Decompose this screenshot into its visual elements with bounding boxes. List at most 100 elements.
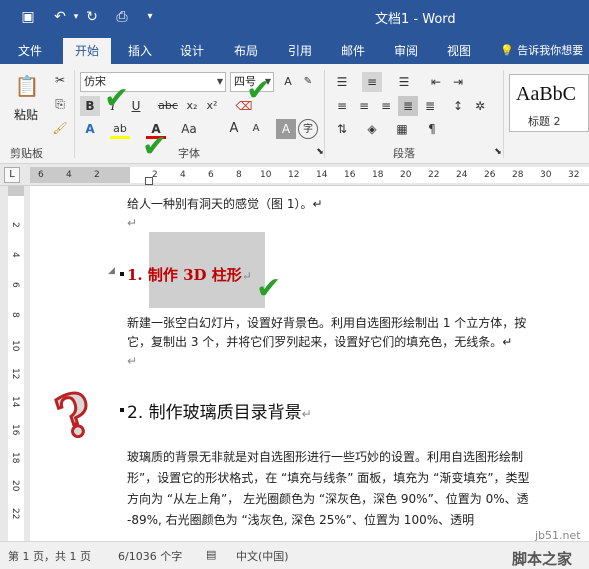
superscript-button[interactable]: x² bbox=[202, 96, 222, 116]
tab-design[interactable]: 设计 bbox=[180, 42, 204, 59]
text-effects-button[interactable]: A bbox=[80, 119, 100, 139]
align-right-icon[interactable]: ≡ bbox=[376, 96, 396, 116]
ruler-number: 22 bbox=[428, 170, 440, 180]
distributed-icon[interactable]: ≣ bbox=[420, 96, 440, 116]
vruler-number: 8 bbox=[10, 312, 20, 318]
print-preview-icon[interactable]: ⎙ bbox=[112, 7, 132, 27]
tab-selector[interactable]: L bbox=[4, 167, 20, 183]
show-marks-icon[interactable]: ¶ bbox=[422, 119, 442, 139]
tab-file[interactable]: 文件 bbox=[18, 42, 42, 59]
page-count[interactable]: 第 1 页，共 1 页 bbox=[8, 548, 91, 564]
heading-2[interactable]: 2. 制作玻璃质目录背景↵ bbox=[127, 398, 312, 423]
tell-me-box[interactable]: 💡 告诉我你想要 bbox=[500, 42, 583, 58]
chevron-down-icon: ▼ bbox=[216, 77, 223, 86]
heading-1[interactable]: 1. 制作 3D 柱形↵ bbox=[127, 264, 252, 285]
decrease-indent-icon[interactable]: ⇤ bbox=[426, 72, 446, 92]
heading-marker bbox=[120, 272, 124, 276]
font-group-label: 字体 bbox=[178, 147, 200, 160]
subscript-button[interactable]: x₂ bbox=[182, 96, 202, 116]
tab-mailings[interactable]: 邮件 bbox=[341, 42, 365, 59]
tab-review[interactable]: 审阅 bbox=[394, 42, 418, 59]
style-heading2[interactable]: AaBbC 标题 2 bbox=[509, 74, 589, 132]
vruler-number: 22 bbox=[10, 508, 20, 520]
enclose-character-button[interactable]: 字 bbox=[298, 119, 318, 139]
title-bar: ▣ ↶ ▾ ↻ ⎙ ▾ 文档1 - Word bbox=[0, 0, 589, 34]
paragraph-group-label: 段落 bbox=[393, 147, 415, 160]
body-line[interactable]: -89%, 右光圈颜色为 “浅灰色, 深色 25%”、位置为 100%、透明 bbox=[127, 511, 474, 528]
cut-icon[interactable]: ✂ bbox=[50, 70, 70, 90]
ruler-number: 14 bbox=[316, 170, 328, 180]
bullets-icon[interactable]: ☰ bbox=[332, 72, 352, 92]
copy-icon[interactable]: ⎘ bbox=[50, 94, 70, 114]
line-spacing-icon[interactable]: ↕ bbox=[448, 96, 468, 116]
increase-indent-icon[interactable]: ⇥ bbox=[448, 72, 468, 92]
tab-insert[interactable]: 插入 bbox=[128, 42, 152, 59]
ruler-number: 30 bbox=[540, 170, 552, 180]
numbering-icon[interactable]: ≡ bbox=[362, 72, 382, 92]
ruler-number: 6 bbox=[38, 170, 44, 180]
language-indicator[interactable]: 中文(中国) bbox=[236, 548, 289, 564]
vertical-ruler[interactable]: 2 4 6 8 10 12 14 16 18 20 22 bbox=[0, 186, 30, 541]
body-line[interactable]: 给人一种别有洞天的感觉（图 1）。↵ bbox=[127, 195, 323, 212]
paste-label[interactable]: 粘贴 bbox=[14, 106, 38, 123]
watermark-site: jb51.net bbox=[535, 529, 581, 542]
sort-icon[interactable]: ⇅ bbox=[332, 119, 352, 139]
justify-icon[interactable]: ≣ bbox=[398, 96, 418, 116]
ruler-number: 8 bbox=[236, 170, 242, 180]
body-line[interactable]: 玻璃质的背景无非就是对自选图形进行一些巧妙的设置。利用自选图形绘制 bbox=[127, 448, 523, 465]
ruler-number: 4 bbox=[66, 170, 72, 180]
multilevel-list-icon[interactable]: ☰ bbox=[394, 72, 414, 92]
strikethrough-button[interactable]: abc bbox=[156, 96, 180, 116]
vruler-number: 4 bbox=[10, 252, 20, 258]
align-center-icon[interactable]: ≡ bbox=[354, 96, 374, 116]
chinese-layout-icon[interactable]: ✲ bbox=[470, 96, 490, 116]
borders-icon[interactable]: ▦ bbox=[392, 119, 412, 139]
proofing-icon[interactable]: ▤ bbox=[206, 548, 216, 561]
document-page[interactable]: 给人一种别有洞天的感觉（图 1）。↵ ↵ ◢ 1. 制作 3D 柱形↵ 新建一张… bbox=[30, 186, 589, 541]
empty-paragraph[interactable]: ↵ bbox=[127, 216, 137, 230]
ruler-number: 28 bbox=[512, 170, 524, 180]
empty-paragraph[interactable]: ↵ bbox=[127, 354, 137, 368]
body-line[interactable]: 新建一张空白幻灯片，设置好背景色。利用自选图形绘制出 1 个立方体，按 bbox=[127, 314, 526, 331]
align-left-icon[interactable]: ≡ bbox=[332, 96, 352, 116]
body-line[interactable]: 形”，设置它的形状格式，在 “填充与线条” 面板，填充为 “渐变填充”，类型 bbox=[127, 469, 530, 486]
change-case-button[interactable]: Aa bbox=[176, 119, 202, 139]
customize-icon[interactable]: ▾ bbox=[140, 7, 160, 27]
font-name-combo[interactable]: 仿宋 ▼ bbox=[80, 72, 226, 92]
hanging-indent-marker[interactable] bbox=[145, 177, 153, 185]
group-divider bbox=[74, 70, 75, 158]
shading-icon[interactable]: ◈ bbox=[362, 119, 382, 139]
paragraph-mark: ↵ bbox=[301, 407, 312, 421]
word-count[interactable]: 6/1036 个字 bbox=[118, 548, 182, 564]
tab-layout[interactable]: 布局 bbox=[234, 42, 258, 59]
paragraph-dialog-launcher-icon[interactable]: ⬊ bbox=[488, 142, 508, 162]
body-line[interactable]: 它，复制出 3 个，并将它们罗列起来，设置好它们的填充色，无线条。↵ bbox=[127, 333, 512, 350]
shrink-font-button[interactable]: A bbox=[246, 119, 266, 139]
status-bar: 第 1 页，共 1 页 6/1036 个字 ▤ 中文(中国) bbox=[0, 541, 589, 569]
paste-icon[interactable]: 📋 bbox=[14, 76, 40, 102]
style-sample-text: AaBbC bbox=[516, 83, 576, 105]
grow-font-icon[interactable]: A bbox=[278, 72, 298, 92]
grow-font-button[interactable]: A bbox=[224, 119, 244, 139]
collapse-triangle-icon[interactable]: ◢ bbox=[108, 266, 115, 276]
bold-button[interactable]: B bbox=[80, 96, 100, 116]
format-painter-icon[interactable]: 🖌 bbox=[50, 118, 70, 138]
tab-home[interactable]: 开始 bbox=[63, 38, 112, 64]
character-shading-button[interactable]: A bbox=[276, 119, 296, 139]
clear-format-icon[interactable]: ✎ bbox=[298, 72, 318, 92]
font-dialog-launcher-icon[interactable]: ⬊ bbox=[310, 142, 330, 162]
save-icon[interactable]: ▣ bbox=[18, 7, 38, 27]
ruler-track[interactable]: 6 4 2 2 4 6 8 10 12 14 16 18 20 22 24 26… bbox=[30, 167, 589, 183]
redo-icon[interactable]: ↻ bbox=[82, 7, 102, 27]
ruler-number: 26 bbox=[484, 170, 496, 180]
ruler-number: 18 bbox=[372, 170, 384, 180]
tab-references[interactable]: 引用 bbox=[288, 42, 312, 59]
ribbon-tabs: 文件 开始 插入 设计 布局 引用 邮件 审阅 视图 💡 告诉我你想要 bbox=[0, 34, 589, 64]
group-divider bbox=[324, 70, 325, 158]
ruler-number: 24 bbox=[456, 170, 468, 180]
highlight-button[interactable]: ab bbox=[110, 119, 130, 139]
horizontal-ruler[interactable]: L 6 4 2 2 4 6 8 10 12 14 16 18 20 22 24 … bbox=[0, 164, 589, 186]
vruler-number: 20 bbox=[10, 480, 20, 492]
tab-view[interactable]: 视图 bbox=[447, 42, 471, 59]
body-line[interactable]: 方向为 “从左上角”， 左光圈颜色为 “深灰色，深色 90%”、位置为 0%、透 bbox=[127, 490, 529, 507]
